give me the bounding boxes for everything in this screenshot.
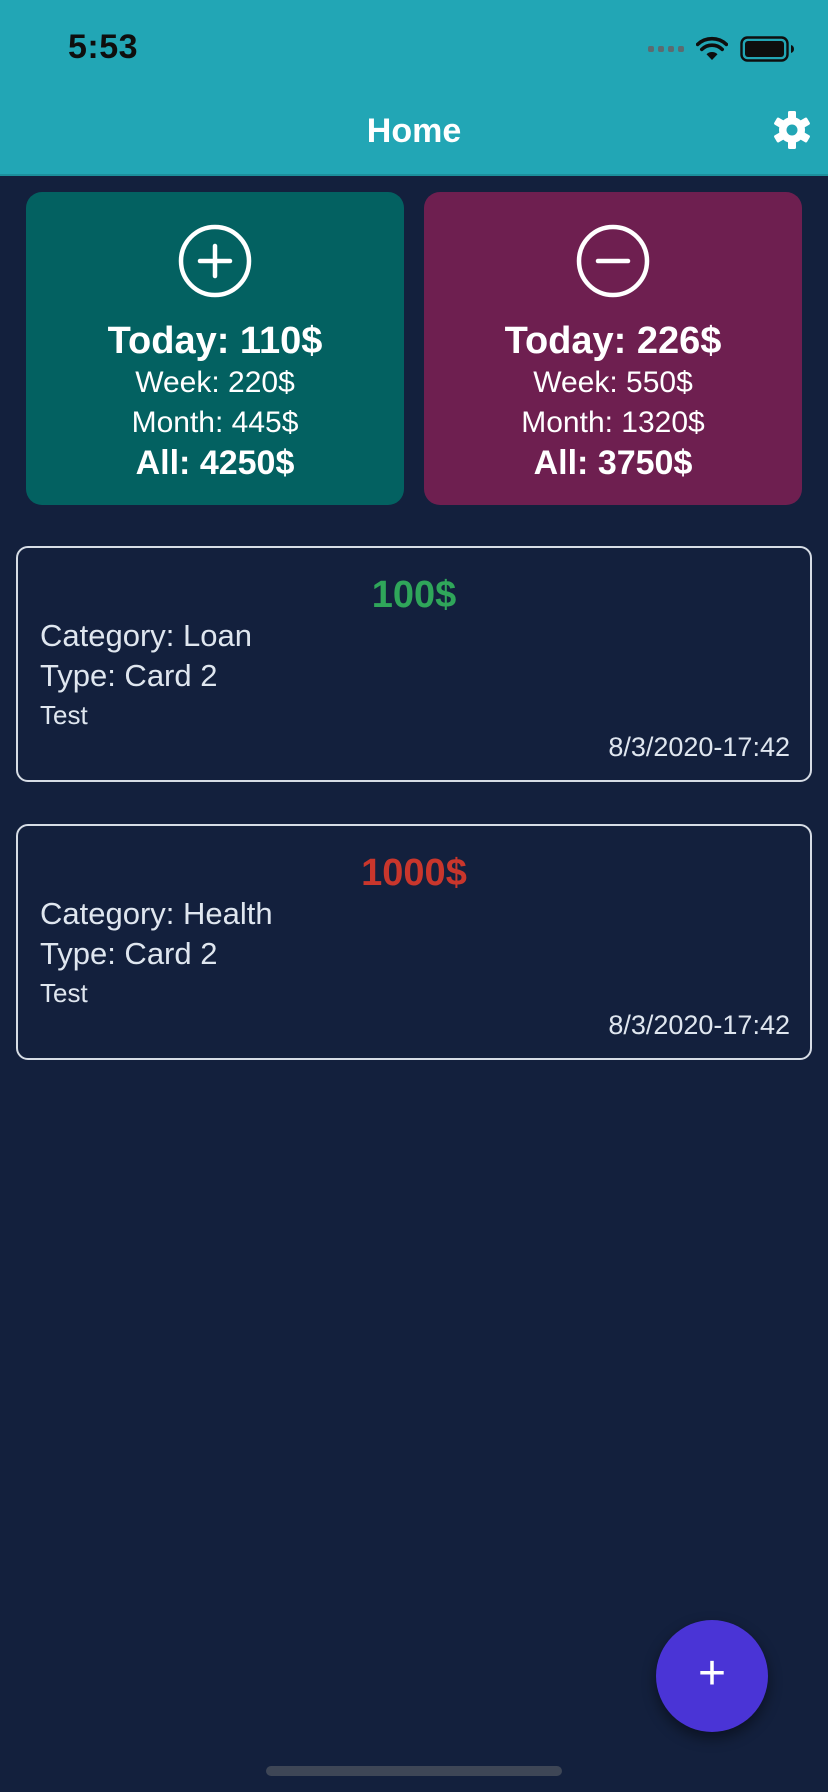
transaction-datetime: 8/3/2020-17:42 [608,1010,790,1040]
status-icons [648,34,796,64]
expense-today: Today: 226$ [504,320,722,362]
transaction-note: Test [40,700,88,730]
transaction-datetime: 8/3/2020-17:42 [608,732,790,762]
expense-all: All: 3750$ [533,444,693,482]
plus-circle-icon [178,224,252,298]
gear-icon[interactable] [772,110,812,150]
plus-icon: + [697,1647,727,1700]
signal-icon [648,46,684,52]
income-all: All: 4250$ [135,444,295,482]
income-month: Month: 445$ [131,406,299,439]
transaction-card[interactable]: 1000$ Category: Health Type: Card 2 Test… [16,824,812,1060]
app-header: 5:53 Home [0,0,828,176]
minus-circle-icon [576,224,650,298]
income-today: Today: 110$ [107,320,323,362]
transaction-type: Type: Card 2 [40,936,218,971]
transaction-note: Test [40,978,88,1008]
transaction-type: Type: Card 2 [40,658,218,693]
page-title: Home [366,112,462,150]
wifi-icon [696,36,728,60]
transaction-amount: 100$ [371,574,457,616]
transaction-amount: 1000$ [361,852,467,894]
battery-icon [740,36,794,62]
home-indicator[interactable] [266,1766,562,1776]
status-time: 5:53 [68,28,139,66]
expense-week: Week: 550$ [533,366,693,399]
transaction-category: Category: Loan [40,618,252,653]
add-transaction-button[interactable]: + [656,1620,768,1732]
income-summary-card[interactable]: Today: 110$ Week: 220$ Month: 445$ All: … [26,192,404,505]
expense-summary-card[interactable]: Today: 226$ Week: 550$ Month: 1320$ All:… [424,192,802,505]
transaction-card[interactable]: 100$ Category: Loan Type: Card 2 Test 8/… [16,546,812,782]
expense-month: Month: 1320$ [521,406,705,439]
income-week: Week: 220$ [135,366,295,399]
transaction-category: Category: Health [40,896,273,931]
